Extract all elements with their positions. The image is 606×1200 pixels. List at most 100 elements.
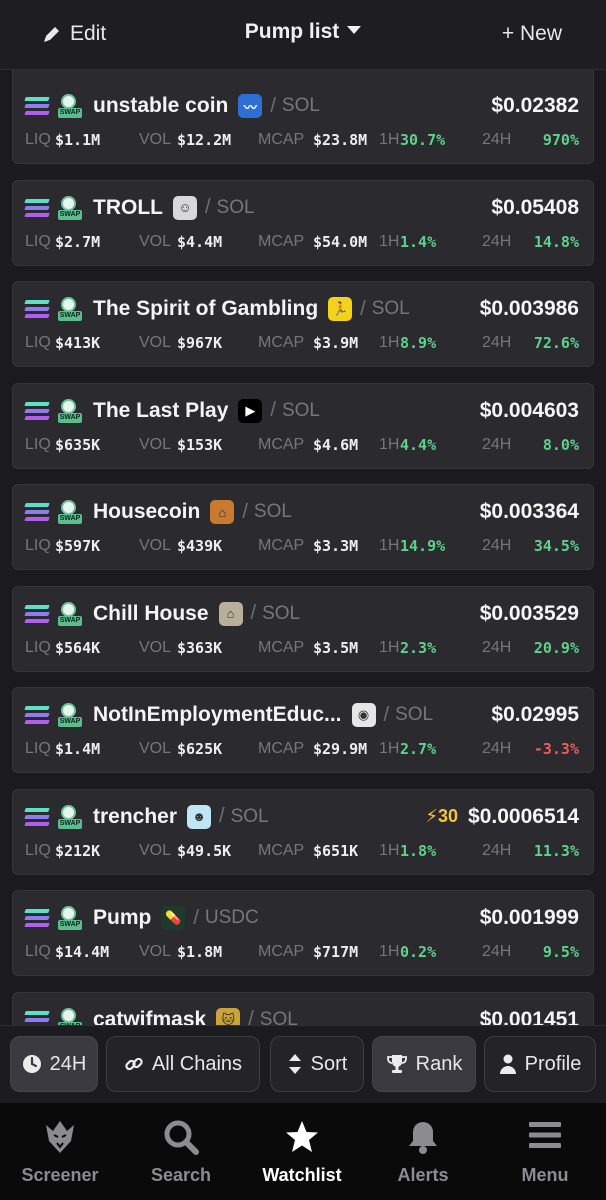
token-card[interactable]: SWAP Chill House ⌂ / SOL $0.003529 LIQ $… (12, 585, 594, 672)
liq-label: LIQ (25, 435, 51, 453)
change-1h-value: 0.2% (400, 943, 437, 961)
nav-screener-label: Screener (21, 1165, 99, 1185)
token-card[interactable]: SWAP The Spirit of Gambling 🏃 / SOL $0.0… (12, 281, 594, 367)
profile-label: Profile (524, 1052, 582, 1075)
token-name: catwifmask (93, 1007, 207, 1026)
1h-label: 1H (379, 638, 400, 656)
mcap-label: MCAP (258, 435, 305, 453)
1h-label: 1H (379, 131, 400, 148)
pair-separator: / (383, 703, 390, 726)
pair-separator: / (193, 906, 199, 929)
vol-label: VOL (139, 841, 172, 859)
token-card[interactable]: SWAP TROLL ☺ / SOL $0.05408 LIQ $2.7M VO… (12, 179, 594, 266)
1h-label: 1H (379, 740, 400, 757)
timeframe-label: 24H (49, 1052, 87, 1075)
mcap-label: MCAP (258, 131, 305, 148)
liq-label: LIQ (25, 943, 51, 960)
token-card[interactable]: SWAP NotInEmploymentEduc... ◉ / SOL $0.0… (12, 687, 594, 773)
sort-button[interactable]: Sort (270, 1036, 364, 1092)
quote-token: USDC (204, 907, 259, 928)
token-card[interactable]: SWAP catwifmask 🐱 / SOL $0.001451 (12, 991, 594, 1026)
vol-label: VOL (139, 131, 172, 148)
change-24h-value: 970% (542, 131, 579, 149)
volume-value: $967K (177, 334, 223, 352)
market-cap-value: $3.9M (313, 334, 359, 352)
market-cap-value: $651K (313, 841, 359, 860)
market-cap-value: $23.8M (313, 131, 368, 149)
nav-alerts[interactable]: Alerts (363, 1103, 483, 1200)
market-cap-value: $29.9M (313, 740, 368, 758)
token-stats: LIQ $635K VOL $153K MCAP $4.6M 1H 4.4% 2… (25, 436, 579, 458)
quote-token: SOL (216, 196, 255, 218)
volume-value: $363K (177, 638, 223, 657)
token-stats: LIQ $2.7M VOL $4.4M MCAP $54.0M 1H 1.4% … (25, 233, 579, 255)
nav-menu[interactable]: Menu (485, 1103, 605, 1200)
liq-label: LIQ (25, 638, 51, 656)
change-24h-value: 72.6% (533, 334, 579, 352)
nav-search[interactable]: Search (121, 1103, 241, 1200)
token-stats: LIQ $413K VOL $967K MCAP $3.9M 1H 8.9% 2… (25, 334, 579, 356)
token-card[interactable]: SWAP trencher ☻ / SOL ⚡30 $0.0006514 LIQ… (12, 788, 594, 875)
mcap-label: MCAP (258, 232, 305, 250)
token-price: $0.004603 (479, 398, 579, 422)
token-price: $0.003364 (479, 500, 579, 523)
nav-screener[interactable]: Screener (0, 1103, 120, 1200)
pair-separator: / (248, 1008, 254, 1025)
chains-label: All Chains (151, 1052, 243, 1075)
change-24h-value: 8.0% (542, 435, 579, 454)
volume-value: $12.2M (177, 131, 232, 149)
token-name: TROLL (93, 195, 163, 219)
nav-watchlist[interactable]: Watchlist (242, 1103, 362, 1200)
token-logo-icon: 💊 (161, 906, 186, 930)
change-24h-value: 9.5% (542, 943, 579, 961)
token-logo-icon: ☻ (187, 804, 212, 829)
token-name: NotInEmploymentEduc... (93, 703, 342, 726)
quote-token: SOL (281, 399, 320, 421)
pair-separator: / (270, 399, 276, 421)
timeframe-button[interactable]: 24H (10, 1036, 98, 1092)
token-card[interactable]: SWAP unstable coin 〰 / SOL $0.02382 LIQ … (12, 70, 594, 164)
token-name: Pump (93, 906, 152, 929)
token-price: $0.003986 (479, 297, 579, 320)
change-1h-value: 1.8% (400, 841, 437, 860)
swap-dex-icon: SWAP (57, 1007, 83, 1025)
quote-token: SOL (230, 805, 269, 827)
rank-button[interactable]: Rank (372, 1036, 476, 1092)
volume-value: $439K (177, 537, 223, 555)
watchlist-title: Pump list (244, 20, 340, 43)
filter-bar: 24H All Chains Sort Rank Profile (0, 1025, 606, 1103)
chains-filter-button[interactable]: All Chains (106, 1036, 260, 1092)
change-24h-value: 11.3% (533, 841, 579, 860)
token-card[interactable]: SWAP The Last Play ▶ / SOL $0.004603 LIQ… (12, 382, 594, 469)
liq-label: LIQ (25, 131, 51, 148)
swap-dex-icon: SWAP (57, 906, 83, 930)
token-card[interactable]: SWAP Pump 💊 / USDC $0.001999 LIQ $14.4M … (12, 890, 594, 976)
vol-label: VOL (139, 943, 172, 960)
24h-label: 24H (482, 435, 512, 453)
clock-icon (22, 1055, 41, 1073)
liquidity-value: $212K (55, 841, 101, 860)
pair-separator: / (204, 196, 211, 218)
liq-label: LIQ (25, 537, 51, 554)
liquidity-value: $1.4M (55, 740, 101, 758)
solana-chain-icon (24, 501, 51, 523)
solana-chain-icon (24, 1009, 51, 1025)
new-list-button[interactable]: + New (502, 22, 562, 46)
quote-token: SOL (281, 95, 320, 116)
eagle-icon (46, 1121, 74, 1153)
token-stats: LIQ $597K VOL $439K MCAP $3.3M 1H 14.9% … (25, 537, 579, 559)
quote-token: SOL (262, 602, 301, 624)
token-logo-icon: ⌂ (218, 601, 243, 626)
pair-separator: / (242, 500, 248, 523)
24h-label: 24H (482, 841, 512, 859)
token-card[interactable]: SWAP Housecoin ⌂ / SOL $0.003364 LIQ $59… (12, 484, 594, 570)
token-list: SWAP unstable coin 〰 / SOL $0.02382 LIQ … (0, 70, 606, 1025)
token-name: The Last Play (93, 398, 229, 422)
quote-token: SOL (371, 298, 410, 319)
swap-dex-icon: SWAP (57, 601, 83, 626)
profile-filter-button[interactable]: Profile (484, 1036, 596, 1092)
24h-label: 24H (482, 740, 512, 757)
change-1h-value: 8.9% (400, 334, 437, 352)
nav-search-label: Search (150, 1165, 212, 1185)
1h-label: 1H (379, 841, 400, 859)
